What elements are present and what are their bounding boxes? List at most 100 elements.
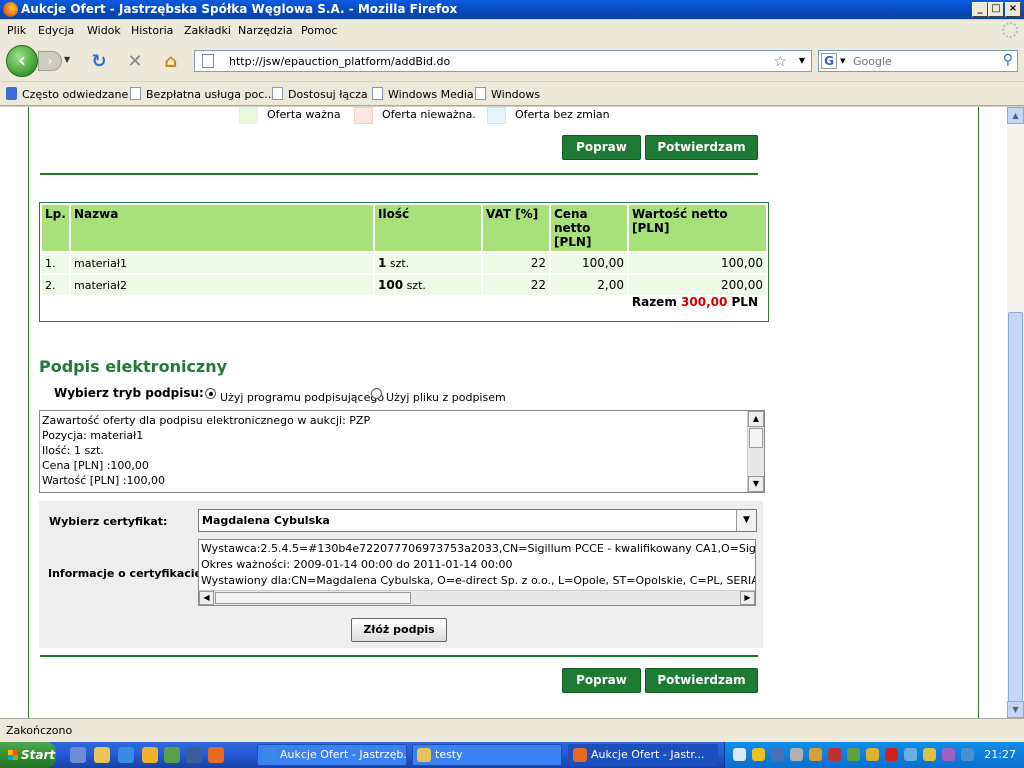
tray-icon[interactable]	[942, 748, 955, 761]
confirm-button-bottom[interactable]: Potwierdzam	[645, 668, 758, 693]
menu-zakladki[interactable]: Zakładki	[184, 24, 231, 37]
bookmark-windows[interactable]: Windows	[475, 87, 540, 101]
signature-content-textarea[interactable]: Zawartość oferty dla podpisu elektronicz…	[39, 410, 765, 493]
qty-unit: szt.	[389, 257, 410, 270]
menu-historia[interactable]: Historia	[131, 24, 173, 37]
bookmark-bezplatna-usluga[interactable]: Bezpłatna usługa poc...	[130, 87, 275, 101]
bookmark-windows-media[interactable]: Windows Media	[372, 87, 474, 101]
clock: 21:27	[984, 748, 1016, 761]
tray-icon[interactable]	[866, 748, 879, 761]
column-header-lp: Lp.	[42, 205, 69, 251]
scroll-up-icon[interactable]: ▲	[748, 411, 764, 427]
radio-label-signature-file[interactable]: Użyj pliku z podpisem	[386, 391, 506, 404]
google-icon[interactable]: G	[821, 53, 837, 69]
home-icon[interactable]: ⌂	[160, 51, 182, 73]
bookmark-label: Bezpłatna usługa poc...	[146, 88, 275, 101]
quicklaunch-firefox-icon[interactable]	[208, 747, 224, 763]
task-button-auction-1[interactable]: Aukcje Ofert - Jastrzęb...	[257, 744, 407, 766]
menu-edycja[interactable]: Edycja	[38, 24, 74, 37]
tray-icon[interactable]	[904, 748, 917, 761]
tray-icon[interactable]	[790, 748, 803, 761]
tray-icon[interactable]	[809, 748, 822, 761]
legend-label-unchanged: Oferta bez zmian	[515, 108, 610, 121]
content-line: Pozycja: materiał1	[42, 429, 144, 442]
qty-value: 1	[378, 256, 387, 270]
radio-label-signing-program[interactable]: Użyj programu podpisującego	[220, 391, 384, 404]
page-content: Oferta ważna Oferta nieważna. Oferta bez…	[0, 107, 1007, 718]
search-engine-dropdown-icon[interactable]: ▼	[840, 57, 845, 65]
quicklaunch-media-icon[interactable]	[164, 747, 180, 763]
content-line: Wartość [PLN] :100,00	[42, 474, 166, 487]
scrollbar-thumb[interactable]	[1008, 312, 1023, 702]
url-text[interactable]: http://jsw/epauction_platform/addBid.do	[229, 55, 450, 68]
table-row: 1. materiał1 1 szt. 22 100,00 100,00	[42, 253, 766, 273]
search-icon[interactable]: ⚲	[1003, 52, 1013, 68]
bookmark-star-icon[interactable]: ☆	[774, 52, 787, 70]
bookmark-czesto-odwiedzane[interactable]: Często odwiedzane	[6, 87, 128, 101]
legend-label-invalid: Oferta nieważna.	[382, 108, 476, 121]
column-header-price: Cena netto [PLN]	[551, 205, 627, 251]
fix-button-bottom[interactable]: Popraw	[562, 668, 641, 693]
cert-info-scrollbar[interactable]: ◀ ▶	[199, 590, 755, 605]
scroll-left-icon[interactable]: ◀	[199, 591, 214, 605]
bookmark-dostosuj-lacza[interactable]: Dostosuj łącza	[272, 87, 368, 101]
task-label: Aukcje Ofert - Jastrzęb...	[280, 748, 407, 761]
bookmark-label: Windows Media	[388, 88, 474, 101]
back-button[interactable]: ‹	[6, 45, 38, 77]
quicklaunch-messenger-icon[interactable]	[142, 747, 158, 763]
minimize-button[interactable]: _	[972, 2, 988, 17]
column-header-value: Wartość netto [PLN]	[629, 205, 766, 251]
content-line: Ilość: 1 szt.	[42, 444, 104, 457]
tray-icon[interactable]	[828, 748, 841, 761]
quicklaunch-folder-icon[interactable]	[94, 747, 110, 763]
forward-button[interactable]: ›	[38, 51, 62, 71]
certificate-select[interactable]: Magdalena Cybulska ▼	[198, 509, 757, 532]
reload-icon[interactable]: ↻	[88, 51, 110, 73]
scrollbar-thumb[interactable]	[749, 428, 763, 448]
stop-icon[interactable]: ✕	[124, 51, 146, 73]
scroll-right-icon[interactable]: ▶	[740, 591, 755, 605]
quicklaunch-explorer-icon[interactable]	[70, 747, 86, 763]
legend-label-valid: Oferta ważna	[267, 108, 341, 121]
quicklaunch-ie-icon[interactable]	[118, 747, 134, 763]
quicklaunch-shield-icon[interactable]	[186, 747, 202, 763]
qty-value: 100	[378, 278, 404, 292]
radio-signature-file[interactable]	[371, 388, 382, 399]
tray-icon[interactable]	[752, 748, 765, 761]
start-button[interactable]: Start	[0, 742, 56, 768]
table-row: 2. materiał2 100 szt. 22 2,00 200,00	[42, 275, 766, 295]
menu-widok[interactable]: Widok	[87, 24, 121, 37]
scroll-down-icon[interactable]: ▼	[748, 476, 764, 492]
scrollbar-thumb[interactable]	[215, 592, 411, 604]
certificate-info-box[interactable]: Wystawca:2.5.4.5=#130b4e722077706973753a…	[198, 539, 756, 606]
fix-button-top[interactable]: Popraw	[562, 135, 641, 160]
history-dropdown-icon[interactable]: ▼	[64, 55, 70, 64]
url-dropdown-icon[interactable]: ▼	[799, 56, 805, 65]
scroll-up-icon[interactable]: ▲	[1007, 107, 1024, 124]
certificate-selected-value: Magdalena Cybulska	[202, 514, 330, 527]
chevron-down-icon[interactable]: ▼	[736, 510, 756, 531]
column-header-vat: VAT [%]	[483, 205, 549, 251]
certificate-panel: Wybierz certyfikat: Magdalena Cybulska ▼…	[39, 501, 763, 648]
menu-pomoc[interactable]: Pomoc	[301, 24, 337, 37]
tray-icon[interactable]	[771, 748, 784, 761]
page-scrollbar[interactable]: ▲ ▼	[1007, 107, 1024, 718]
close-button[interactable]: ×	[1005, 2, 1021, 17]
tray-icon[interactable]	[961, 748, 974, 761]
search-input[interactable]	[853, 55, 993, 68]
tray-icon[interactable]	[923, 748, 936, 761]
url-bar[interactable]: http://jsw/epauction_platform/addBid.do …	[194, 50, 812, 72]
scroll-down-icon[interactable]: ▼	[1007, 701, 1024, 718]
sign-button[interactable]: Złóż podpis	[351, 618, 447, 642]
textarea-scrollbar[interactable]: ▲ ▼	[747, 411, 764, 492]
menu-narzedzia[interactable]: Narzędzia	[238, 24, 293, 37]
task-button-auction-firefox[interactable]: Aukcje Ofert - Jastr...	[568, 744, 718, 766]
confirm-button-top[interactable]: Potwierdzam	[645, 135, 758, 160]
tray-icon[interactable]	[847, 748, 860, 761]
menu-plik[interactable]: Plik	[7, 24, 26, 37]
maximize-button[interactable]: □	[988, 2, 1004, 17]
tray-icon[interactable]	[885, 748, 898, 761]
tray-icon[interactable]	[733, 748, 746, 761]
task-button-testy[interactable]: testy	[412, 744, 562, 766]
radio-signing-program[interactable]	[205, 388, 216, 399]
